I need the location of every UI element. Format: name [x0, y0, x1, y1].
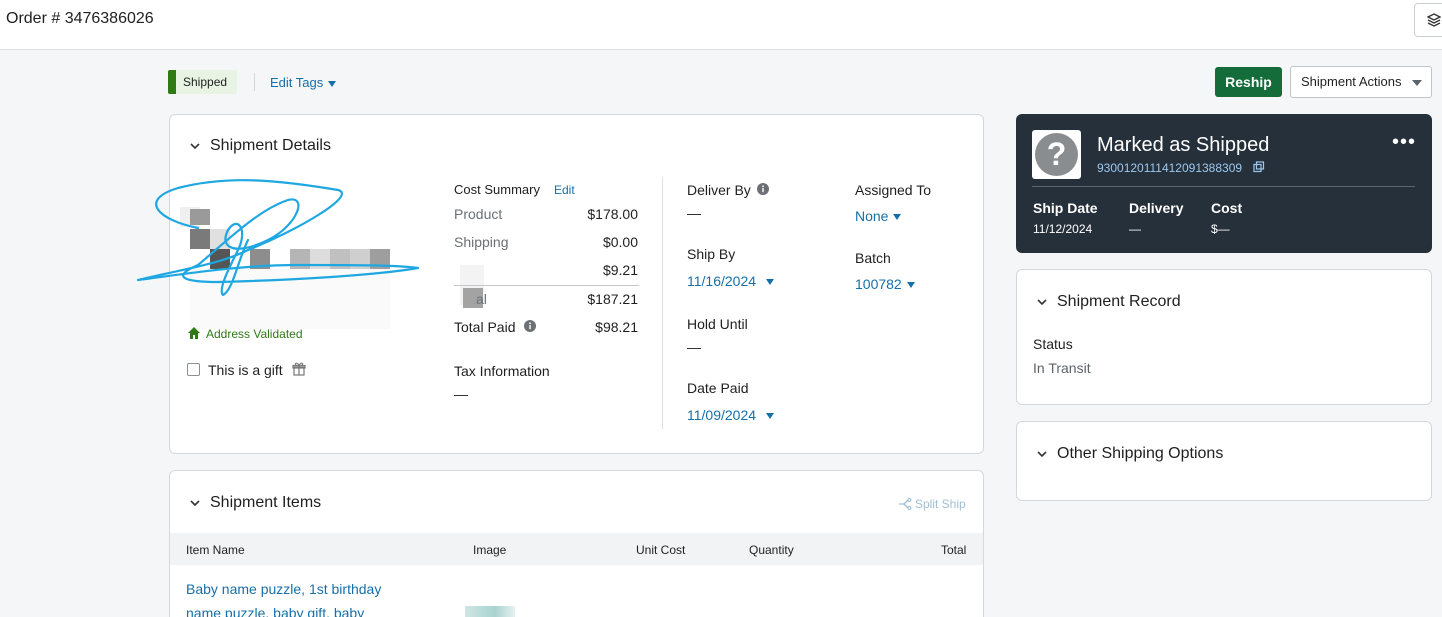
cost-value: $—: [1211, 222, 1230, 236]
scribble-overlay: [136, 179, 420, 297]
shipment-record-title: Shipment Record: [1057, 293, 1181, 310]
total-paid-amount: $98.21: [595, 319, 638, 335]
caret-down-icon: [1412, 80, 1422, 86]
top-bar: Order # 3476386026: [0, 0, 1442, 50]
status-value: In Transit: [1033, 360, 1091, 376]
more-options-icon[interactable]: •••: [1392, 132, 1416, 152]
ship-by-value: 11/16/2024: [687, 273, 757, 289]
deliver-by-label: Deliver By: [687, 182, 751, 198]
caret-down-icon: [893, 214, 902, 221]
home-icon: [188, 327, 200, 339]
tracking-number[interactable]: 9300120111412091388309: [1097, 161, 1242, 175]
ship-date-value: 11/12/2024: [1033, 222, 1093, 236]
shipment-actions-label: Shipment Actions: [1301, 74, 1402, 89]
item-name-line: Baby name puzzle, 1st birthday: [186, 581, 382, 597]
split-icon: [899, 498, 912, 510]
info-icon[interactable]: [757, 183, 769, 195]
shipment-actions-select[interactable]: Shipment Actions: [1290, 66, 1432, 98]
column-divider: [662, 177, 663, 429]
chevron-down-icon[interactable]: [189, 498, 201, 508]
cost-summary-title: Cost Summary: [454, 182, 540, 197]
edit-tags-dropdown[interactable]: Edit Tags: [270, 75, 337, 90]
cost-divider: [454, 285, 639, 286]
delivery-label: Delivery: [1129, 200, 1184, 216]
assigned-to-value: None: [855, 208, 889, 224]
divider: [254, 73, 255, 91]
hold-until-value: —: [687, 339, 701, 355]
items-table-header: Item Name Image Unit Cost Quantity Total: [170, 533, 983, 565]
hold-until-label: Hold Until: [687, 316, 748, 332]
cost-row-amount: $178.00: [587, 206, 638, 222]
carrier-logo: ?: [1032, 130, 1081, 179]
chevron-down-icon[interactable]: [189, 141, 201, 151]
other-shipping-options-title: Other Shipping Options: [1057, 445, 1224, 462]
gift-icon: [292, 362, 306, 376]
date-paid-label: Date Paid: [687, 380, 749, 396]
order-title: Order # 3476386026: [6, 10, 154, 27]
column-header: Quantity: [749, 543, 794, 557]
item-name-link[interactable]: Baby name puzzle, 1st birthday name puzz…: [186, 577, 381, 617]
split-ship-label: Split Ship: [915, 497, 966, 511]
question-icon: ?: [1035, 133, 1078, 176]
column-header: Total: [941, 543, 967, 557]
ship-by-dropdown[interactable]: 11/16/2024: [687, 273, 775, 289]
date-paid-value: 11/09/2024: [687, 407, 757, 423]
assigned-to-dropdown[interactable]: None: [855, 208, 902, 224]
assigned-to-label: Assigned To: [855, 182, 932, 198]
divider: [1032, 186, 1415, 187]
column-header: Unit Cost: [636, 543, 686, 557]
caret-down-icon: [766, 413, 775, 420]
shipment-status-title: Marked as Shipped: [1097, 134, 1270, 156]
ship-by-label: Ship By: [687, 246, 736, 262]
edit-tags-label: Edit Tags: [270, 75, 324, 90]
table-row: Baby name puzzle, 1st birthday name puzz…: [170, 565, 983, 617]
delivery-value: —: [1129, 222, 1141, 236]
cost-row-amount: $187.21: [587, 291, 638, 307]
tax-information-value: —: [454, 386, 468, 402]
total-paid-label: Total Paid: [454, 319, 516, 335]
chevron-down-icon[interactable]: [1036, 449, 1048, 459]
layers-icon: [1427, 13, 1441, 27]
date-paid-dropdown[interactable]: 11/09/2024: [687, 407, 775, 423]
cost-summary-edit-link[interactable]: Edit: [554, 183, 575, 197]
caret-down-icon: [766, 279, 775, 286]
split-ship-button[interactable]: Split Ship: [898, 496, 966, 511]
cost-label: Cost: [1211, 200, 1243, 216]
batch-value: 100782: [855, 276, 902, 292]
caret-down-icon: [328, 80, 337, 87]
info-icon[interactable]: [524, 320, 536, 332]
gift-checkbox[interactable]: [187, 363, 200, 376]
gift-label: This is a gift: [208, 362, 283, 378]
caret-down-icon: [906, 282, 915, 289]
item-image[interactable]: [465, 606, 515, 617]
column-header: Image: [473, 543, 507, 557]
column-header: Item Name: [186, 543, 245, 557]
layers-button[interactable]: [1414, 3, 1442, 37]
reship-button[interactable]: Reship: [1215, 67, 1282, 97]
shipment-status-card: ? Marked as Shipped 93001201114120913883…: [1016, 114, 1432, 253]
status-badge: Shipped: [168, 70, 237, 94]
cost-row-label: Shipping: [454, 234, 509, 250]
other-shipping-options-card: Other Shipping Options: [1016, 421, 1432, 501]
shipment-details-title: Shipment Details: [210, 137, 331, 154]
cost-row-amount: $9.21: [602, 262, 638, 278]
cost-row-label: Product: [454, 206, 503, 222]
cost-row-label: al: [476, 291, 487, 307]
item-name-line: name puzzle, baby gift, baby: [186, 605, 365, 617]
shipment-details-card: Shipment Details Address Validated This …: [136, 114, 984, 454]
shipment-record-card: Shipment Record Status In Transit: [1016, 269, 1432, 405]
chevron-down-icon[interactable]: [1036, 297, 1048, 307]
address-validated-label: Address Validated: [206, 327, 303, 341]
copy-icon[interactable]: [1253, 161, 1265, 173]
ship-date-label: Ship Date: [1033, 200, 1098, 216]
status-label: Status: [1033, 336, 1073, 352]
deliver-by-value: —: [687, 205, 701, 221]
shipment-items-title: Shipment Items: [210, 494, 322, 511]
tax-information-label: Tax Information: [454, 363, 550, 379]
batch-dropdown[interactable]: 100782: [855, 276, 915, 292]
cost-row-amount: $0.00: [602, 234, 638, 250]
batch-label: Batch: [855, 250, 891, 266]
